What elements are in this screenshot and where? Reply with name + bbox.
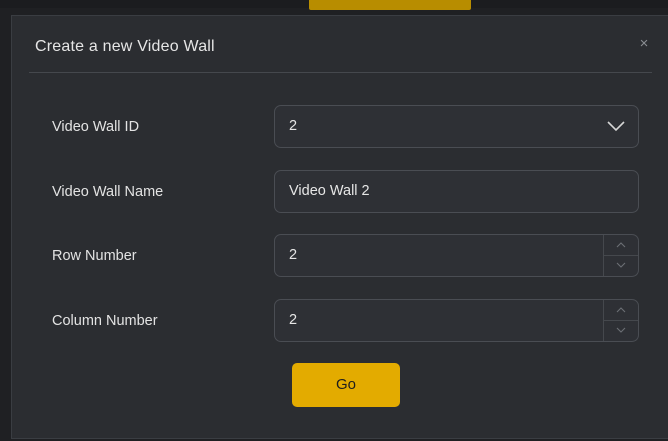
row-number-increment-button[interactable]	[604, 235, 638, 256]
dialog-title: Create a new Video Wall	[35, 38, 215, 55]
row-number-decrement-button[interactable]	[604, 255, 638, 275]
dialog-header: Create a new Video Wall ×	[29, 16, 652, 73]
video-wall-name-value: Video Wall 2	[289, 183, 370, 199]
chevron-down-icon	[616, 262, 626, 268]
chevron-down-icon	[616, 327, 626, 333]
video-wall-id-select[interactable]: 2	[274, 105, 639, 148]
go-button[interactable]: Go	[292, 363, 400, 407]
column-number-increment-button[interactable]	[604, 300, 638, 321]
video-wall-name-input[interactable]: Video Wall 2	[274, 170, 639, 213]
row-number-label: Row Number	[52, 248, 137, 264]
column-number-decrement-button[interactable]	[604, 320, 638, 340]
chevron-up-icon	[616, 242, 626, 248]
row-number-stepper-controls	[603, 235, 638, 276]
chevron-up-icon	[616, 307, 626, 313]
background-accent-tab	[309, 0, 471, 10]
video-wall-id-label: Video Wall ID	[52, 119, 140, 135]
chevron-down-icon[interactable]	[607, 119, 625, 133]
screen: Create a new Video Wall × Video Wall ID …	[0, 0, 668, 441]
column-number-stepper-controls	[603, 300, 638, 341]
video-wall-name-label: Video Wall Name	[52, 184, 164, 200]
row-number-value: 2	[289, 247, 298, 263]
column-number-value: 2	[289, 312, 298, 328]
column-number-stepper[interactable]: 2	[274, 299, 639, 342]
create-video-wall-dialog: Create a new Video Wall × Video Wall ID …	[11, 15, 668, 439]
close-icon[interactable]: ×	[636, 36, 652, 52]
row-number-stepper[interactable]: 2	[274, 234, 639, 277]
column-number-label: Column Number	[52, 313, 158, 329]
video-wall-id-value: 2	[289, 118, 298, 134]
